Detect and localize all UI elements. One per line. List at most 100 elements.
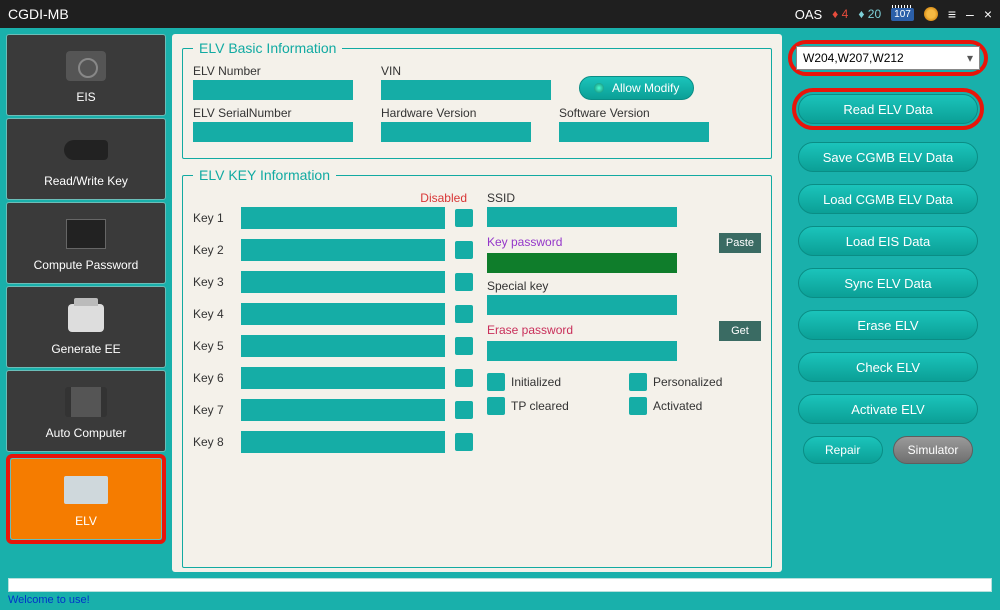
gem-blue-icon: ♦ 20 xyxy=(858,7,881,21)
sidebar-item-auto-computer[interactable]: Auto Computer xyxy=(6,370,166,452)
elv-key-group: ELV KEY Information Disabled Key 1 Key 2… xyxy=(182,167,772,568)
special-key-field[interactable] xyxy=(487,295,677,315)
key-row: Key 1 xyxy=(193,207,473,229)
load-eis-button[interactable]: Load EIS Data xyxy=(798,226,978,256)
sidebar-item-label: EIS xyxy=(76,90,95,104)
special-key-label: Special key xyxy=(487,279,761,293)
sidebar-item-label: Compute Password xyxy=(34,258,139,272)
load-cgmb-button[interactable]: Load CGMB ELV Data xyxy=(798,184,978,214)
model-select[interactable]: W204,W207,W212 xyxy=(796,46,980,70)
sidebar-item-compute-password[interactable]: Compute Password xyxy=(6,202,166,284)
sidebar-item-generate-ee[interactable]: Generate EE xyxy=(6,286,166,368)
key-row: Key 8 xyxy=(193,431,473,453)
status-message: Welcome to use! xyxy=(8,594,992,606)
ecu-icon xyxy=(65,387,107,417)
key5-field[interactable] xyxy=(241,335,445,357)
dot-icon xyxy=(594,83,604,93)
sw-field[interactable] xyxy=(559,122,709,142)
key-password-field[interactable] xyxy=(487,253,677,273)
key1-field[interactable] xyxy=(241,207,445,229)
serial-label: ELV SerialNumber xyxy=(193,106,353,120)
save-cgmb-button[interactable]: Save CGMB ELV Data xyxy=(798,142,978,172)
erase-elv-button[interactable]: Erase ELV xyxy=(798,310,978,340)
cpu-icon xyxy=(66,219,106,249)
activated-check[interactable] xyxy=(629,397,647,415)
paste-button[interactable]: Paste xyxy=(719,233,761,253)
sidebar-item-label: Generate EE xyxy=(51,342,120,356)
hw-field[interactable] xyxy=(381,122,531,142)
group-legend: ELV KEY Information xyxy=(193,167,336,183)
sidebar: EIS Read/Write Key Compute Password Gene… xyxy=(6,34,166,572)
key7-disabled-check[interactable] xyxy=(455,401,473,419)
key-row: Key 6 xyxy=(193,367,473,389)
chevron-down-icon xyxy=(967,51,973,65)
oas-label: OAS xyxy=(795,7,822,22)
key-row: Key 2 xyxy=(193,239,473,261)
menu-button[interactable]: ≡ xyxy=(948,6,956,22)
status-bar: Welcome to use! xyxy=(0,578,1000,604)
calendar-icon[interactable]: 107 xyxy=(891,8,914,21)
serial-field[interactable] xyxy=(193,122,353,142)
key2-field[interactable] xyxy=(241,239,445,261)
key2-disabled-check[interactable] xyxy=(455,241,473,259)
ssid-field[interactable] xyxy=(487,207,677,227)
elv-number-label: ELV Number xyxy=(193,64,353,78)
get-button[interactable]: Get xyxy=(719,321,761,341)
sidebar-item-elv[interactable]: ELV xyxy=(10,458,162,540)
check-elv-button[interactable]: Check ELV xyxy=(798,352,978,382)
main-panel: ELV Basic Information ELV Number VIN All… xyxy=(172,34,782,572)
key-row: Key 7 xyxy=(193,399,473,421)
key-icon xyxy=(64,140,108,160)
key4-disabled-check[interactable] xyxy=(455,305,473,323)
key3-field[interactable] xyxy=(241,271,445,293)
key8-disabled-check[interactable] xyxy=(455,433,473,451)
key4-field[interactable] xyxy=(241,303,445,325)
action-column: W204,W207,W212 Read ELV Data Save CGMB E… xyxy=(788,34,994,572)
elv-number-field[interactable] xyxy=(193,80,353,100)
allow-modify-button[interactable]: Allow Modify xyxy=(579,76,694,100)
personalized-check[interactable] xyxy=(629,373,647,391)
simulator-button[interactable]: Simulator xyxy=(893,436,974,464)
app-title: CGDI-MB xyxy=(8,6,69,22)
erase-password-field[interactable] xyxy=(487,341,677,361)
sidebar-item-label: Read/Write Key xyxy=(44,174,128,188)
key-row: Key 4 xyxy=(193,303,473,325)
key-row: Key 5 xyxy=(193,335,473,357)
key1-disabled-check[interactable] xyxy=(455,209,473,227)
key6-field[interactable] xyxy=(241,367,445,389)
sidebar-item-label: ELV xyxy=(75,514,97,528)
disabled-header: Disabled xyxy=(193,191,473,205)
sidebar-item-label: Auto Computer xyxy=(46,426,127,440)
elv-basic-group: ELV Basic Information ELV Number VIN All… xyxy=(182,40,772,159)
key7-field[interactable] xyxy=(241,399,445,421)
board-icon xyxy=(64,476,108,504)
group-legend: ELV Basic Information xyxy=(193,40,342,56)
ssid-label: SSID xyxy=(487,191,761,205)
sidebar-item-eis[interactable]: EIS xyxy=(6,34,166,116)
medal-icon[interactable] xyxy=(924,7,938,21)
key8-field[interactable] xyxy=(241,431,445,453)
sync-elv-button[interactable]: Sync ELV Data xyxy=(798,268,978,298)
initialized-check[interactable] xyxy=(487,373,505,391)
minimize-button[interactable]: – xyxy=(966,6,974,22)
title-bar: CGDI-MB OAS ♦ 4 ♦ 20 107 ≡ – × xyxy=(0,0,1000,28)
vin-field[interactable] xyxy=(381,80,551,100)
key-row: Key 3 xyxy=(193,271,473,293)
sw-label: Software Version xyxy=(559,106,709,120)
vin-label: VIN xyxy=(381,64,551,78)
key6-disabled-check[interactable] xyxy=(455,369,473,387)
sidebar-item-readwrite-key[interactable]: Read/Write Key xyxy=(6,118,166,200)
key5-disabled-check[interactable] xyxy=(455,337,473,355)
close-button[interactable]: × xyxy=(984,6,992,22)
activate-elv-button[interactable]: Activate ELV xyxy=(798,394,978,424)
progress-track xyxy=(8,578,992,592)
erase-password-label: Erase password xyxy=(487,323,719,337)
key3-disabled-check[interactable] xyxy=(455,273,473,291)
tp-cleared-check[interactable] xyxy=(487,397,505,415)
gem-red-icon: ♦ 4 xyxy=(832,7,848,21)
hw-label: Hardware Version xyxy=(381,106,531,120)
repair-button[interactable]: Repair xyxy=(803,436,883,464)
key-password-label: Key password xyxy=(487,235,719,249)
read-elv-data-button[interactable]: Read ELV Data xyxy=(798,94,978,124)
printer-icon xyxy=(68,304,104,332)
